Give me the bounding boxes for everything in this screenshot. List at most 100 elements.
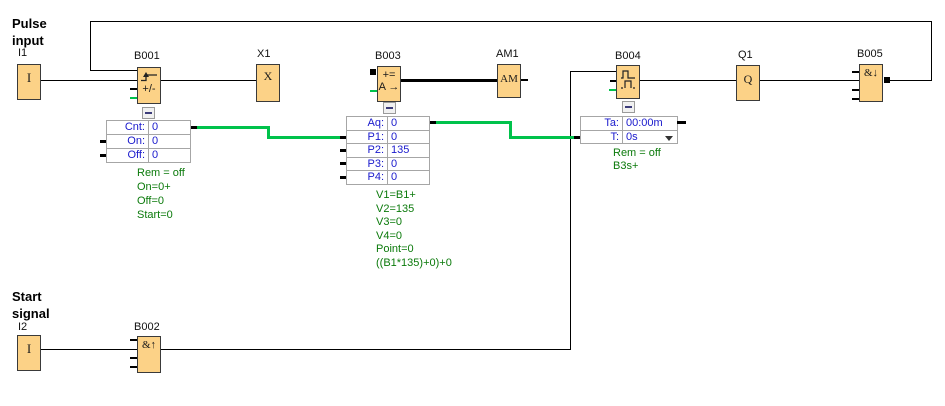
b003-input-marker <box>370 69 376 75</box>
param-box-b004: Ta: 00:00m T: 0s <box>580 116 678 144</box>
output-block-q1[interactable]: Q <box>736 65 760 101</box>
param-value-t[interactable]: 0s <box>623 131 677 143</box>
b001-param-stub <box>130 97 137 99</box>
pulse-output-icon <box>621 70 635 79</box>
digital-input-icon: I <box>26 341 32 356</box>
feedback-wire-left-vertical[interactable] <box>90 21 91 71</box>
b005-input4-stub <box>852 98 859 100</box>
param-value-aq[interactable]: 0 <box>388 117 429 130</box>
b001-parameter-notes: Rem = off On=0+ Off=0 Start=0 <box>137 167 185 221</box>
wire-i1-b001[interactable] <box>41 80 137 81</box>
b004-t-input-stub <box>574 136 580 139</box>
plus-minus-icon: +/- <box>142 83 156 95</box>
collapse-button-b004[interactable] <box>622 101 635 113</box>
b003-parameter-notes: V1=B1+ V2=135 V3=0 V4=0 Point=0 ((B1*135… <box>376 189 452 269</box>
b002-input1-stub <box>130 339 137 341</box>
am1-output-stub <box>521 79 528 81</box>
param-label: P2: <box>347 144 388 157</box>
updown-counter-block-b001[interactable]: +/- <box>137 67 161 104</box>
param-label: T: <box>581 131 623 143</box>
wiping-relay-block-b004[interactable] <box>616 65 640 99</box>
wire-b003-am1-analog[interactable] <box>401 79 497 82</box>
feedback-wire-top[interactable] <box>90 21 932 22</box>
digital-output-icon: Q <box>743 72 753 86</box>
block-label-b003: B003 <box>375 50 401 62</box>
input-block-i1[interactable]: I <box>17 64 41 100</box>
wire-b001-x1[interactable] <box>161 80 256 81</box>
param-label: Aq: <box>347 117 388 130</box>
b005-output-marker <box>884 77 890 83</box>
b002-input3-stub <box>130 357 137 359</box>
feedback-wire-into-b001[interactable] <box>90 70 138 71</box>
param-label: Off: <box>107 149 149 162</box>
b003-p2-input-stub <box>340 149 346 152</box>
digital-input-icon: I <box>26 70 32 85</box>
b003-p1-input-stub <box>340 136 346 139</box>
green-wire-b003-b004-seg3[interactable] <box>509 136 575 139</box>
wire-b004-q1[interactable] <box>640 80 736 81</box>
param-value-on[interactable]: 0 <box>149 135 190 148</box>
math-plus-equals-icon: += <box>382 69 396 81</box>
open-connector-icon: X <box>263 69 273 83</box>
analog-flag-block-am1[interactable]: AM <box>497 64 521 98</box>
green-wire-b003-b004-seg1[interactable] <box>436 121 512 124</box>
b001-input3-stub <box>130 88 137 90</box>
dropdown-arrow-icon[interactable] <box>665 136 673 141</box>
b003-aq-output-stub <box>430 121 436 124</box>
block-label-x1: X1 <box>257 48 271 60</box>
pulse-input-icon <box>621 80 635 89</box>
param-box-b001: Cnt: 0 On: 0 Off: 0 <box>106 120 191 163</box>
and-falling-edge-block-b005[interactable]: &↓ <box>859 64 883 102</box>
green-wire-b001-b003-seg3[interactable] <box>267 136 341 139</box>
param-label: P1: <box>347 130 388 144</box>
analog-flag-icon: AM <box>500 73 518 85</box>
b002-input4-stub <box>130 366 137 368</box>
b001-on-input-stub <box>100 140 106 143</box>
param-value-off[interactable]: 0 <box>149 149 190 162</box>
block-label-am1: AM1 <box>496 48 519 60</box>
block-label-i2: I2 <box>18 321 28 333</box>
param-label: P3: <box>347 157 388 171</box>
b004-ta-output-stub <box>677 121 686 124</box>
param-label: Cnt: <box>107 121 149 134</box>
b003-p3-input-stub <box>340 162 346 165</box>
b004-param-stub <box>609 89 616 91</box>
param-value-cnt[interactable]: 0 <box>149 121 190 134</box>
param-value-p4[interactable]: 0 <box>388 171 429 184</box>
feedback-wire-right[interactable] <box>890 80 932 81</box>
pulse-input-title: Pulse input <box>12 16 47 48</box>
wire-i2-b002[interactable] <box>41 349 137 350</box>
feedback-wire-right-vertical[interactable] <box>931 21 932 81</box>
block-label-q1: Q1 <box>738 49 753 61</box>
param-value-p2[interactable]: 135 <box>388 144 429 157</box>
block-label-b005: B005 <box>857 48 883 60</box>
block-label-b001: B001 <box>134 50 160 62</box>
input-block-i2[interactable]: I <box>17 335 41 371</box>
param-label: On: <box>107 135 149 148</box>
param-box-b003: Aq: 0 P1: 0 P2: 135 P3: 0 P4: 0 <box>346 116 430 185</box>
block-label-b004: B004 <box>615 50 641 62</box>
and-rising-edge-block-b002[interactable]: &↑ <box>137 336 161 373</box>
b005-input1-stub <box>852 71 859 73</box>
b001-off-input-stub <box>100 154 106 157</box>
wire-b002-vertical[interactable] <box>570 71 571 350</box>
param-label: Ta: <box>581 117 623 130</box>
and-rising-edge-icon: &↑ <box>141 339 157 351</box>
wire-q1-b005[interactable] <box>760 80 859 81</box>
param-value-p1[interactable]: 0 <box>388 131 429 144</box>
wire-b002-into-b004[interactable] <box>570 71 616 72</box>
collapse-button-b001[interactable] <box>142 107 155 119</box>
green-wire-b001-b003-seg1[interactable] <box>196 126 270 129</box>
b004-parameter-notes: Rem = off B3s+ <box>613 147 661 172</box>
analog-arrow-icon: A → <box>378 81 400 93</box>
wire-b002-out[interactable] <box>161 349 571 350</box>
open-connector-block-x1[interactable]: X <box>256 64 280 102</box>
b001-cnt-output-stub <box>191 126 197 129</box>
param-value-p3[interactable]: 0 <box>388 158 429 171</box>
and-falling-edge-icon: &↓ <box>863 67 879 79</box>
param-value-ta[interactable]: 00:00m <box>623 117 677 130</box>
math-instruction-block-b003[interactable]: += A → <box>377 66 401 102</box>
b005-input3-stub <box>852 89 859 91</box>
collapse-button-b003[interactable] <box>383 102 396 114</box>
b003-p4-input-stub <box>340 176 346 179</box>
